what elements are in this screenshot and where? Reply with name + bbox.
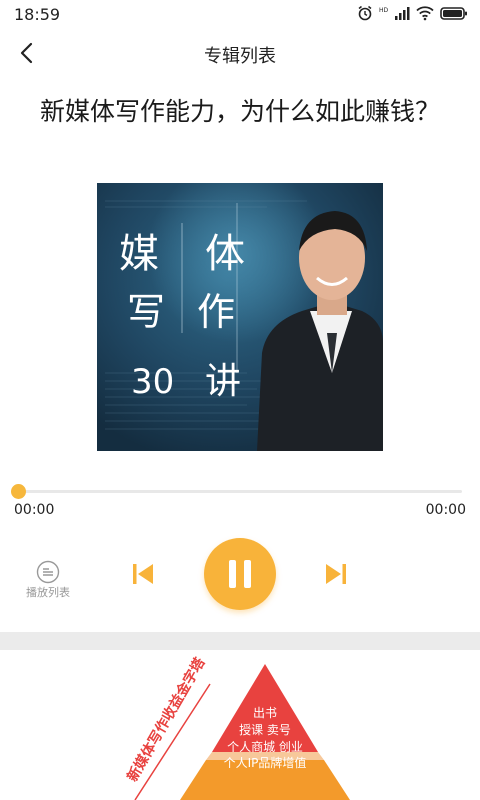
cover-char-2: 体 [205, 231, 245, 277]
wifi-icon [416, 5, 434, 25]
pyramid-line-3: 个人商城 创业 [227, 740, 303, 754]
pause-button[interactable] [204, 538, 276, 610]
playlist-button[interactable]: 播放列表 [22, 558, 74, 602]
section-divider [0, 632, 480, 650]
nav-bar: 专辑列表 [0, 30, 480, 76]
previous-button[interactable] [129, 560, 157, 588]
playlist-label: 播放列表 [26, 586, 70, 599]
status-icons: HD [357, 5, 468, 25]
page-title: 专辑列表 [204, 46, 276, 67]
current-time: 00:00 [14, 502, 55, 518]
status-bar: 18:59 HD [0, 0, 480, 30]
pyramid-line-4: 个人IP品牌增值 [223, 756, 307, 770]
pyramid-line-1: 出书 [252, 706, 277, 720]
skip-next-icon [326, 564, 346, 584]
skip-previous-icon [133, 564, 153, 584]
alarm-icon [357, 5, 373, 25]
svg-text:HD: HD [379, 7, 388, 14]
total-time: 00:00 [425, 502, 466, 518]
cover-char-4: 作 [197, 290, 235, 334]
album-cover: 媒 体 写 作 30 讲 [97, 183, 383, 451]
next-button[interactable] [322, 560, 350, 588]
cover-char-5: 30 [131, 362, 174, 402]
content-image: 出书 授课 卖号 个人商城 创业 个人IP品牌增值 [0, 650, 480, 800]
cover-char-1: 媒 [119, 231, 159, 277]
battery-icon [440, 5, 468, 25]
progress-thumb[interactable] [11, 484, 26, 499]
album-title: 新媒体写作能力，为什么如此赚钱？ [39, 97, 440, 126]
signal-icon [394, 5, 410, 25]
status-time: 18:59 [14, 5, 61, 24]
pyramid-line-2: 授课 卖号 [239, 723, 291, 737]
progress-bar[interactable] [18, 490, 462, 493]
cover-char-6: 讲 [205, 361, 241, 402]
hd-icon: HD [379, 5, 389, 25]
cover-char-3: 写 [127, 290, 165, 334]
